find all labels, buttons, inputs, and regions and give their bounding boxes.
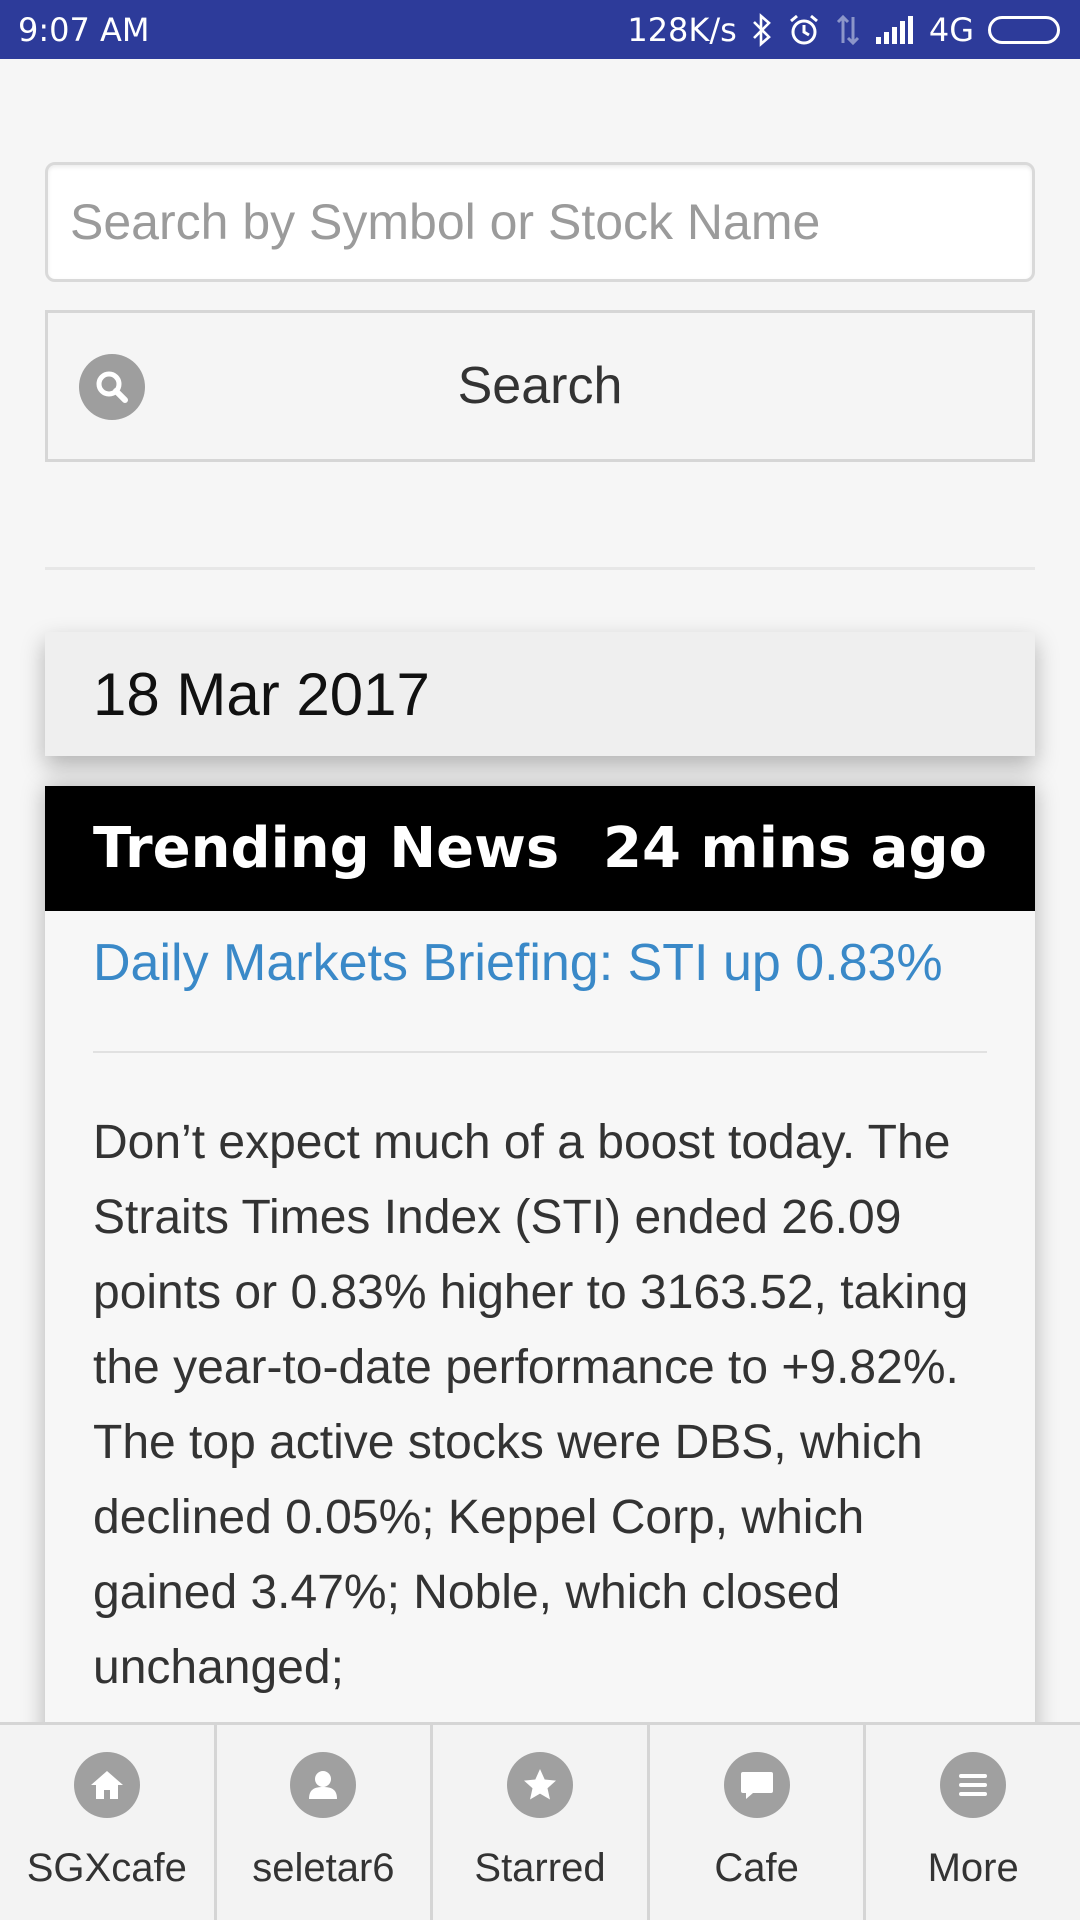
news-body: Don’t expect much of a boost today. The … [93, 1116, 969, 1694]
date-label: 18 Mar 2017 [93, 660, 430, 728]
nav-label: Cafe [714, 1846, 799, 1890]
news-headline-link[interactable]: Daily Markets Briefing: STI up 0.83% [93, 933, 987, 993]
nav-item-more[interactable]: More [863, 1725, 1080, 1920]
search-input[interactable] [45, 162, 1035, 282]
news-time-ago: 24 mins ago [602, 816, 987, 881]
status-indicators: 128K/s 4G [627, 11, 1060, 49]
nav-item-cafe[interactable]: Cafe [646, 1725, 864, 1920]
network-type: 4G [928, 10, 974, 49]
status-time: 9:07 AM [18, 10, 150, 49]
section-title: Trending News [93, 816, 560, 881]
menu-icon [940, 1752, 1007, 1818]
chat-bubble-icon [723, 1752, 790, 1818]
news-card-header: Trending News 24 mins ago [45, 786, 1035, 911]
nav-item-starred[interactable]: Starred [430, 1725, 647, 1920]
status-bar: 9:07 AM 128K/s 4G [0, 0, 1080, 59]
battery-icon [988, 15, 1060, 44]
nav-label: SGXcafe [26, 1846, 187, 1890]
card-divider [93, 1051, 987, 1053]
nav-item-sgxcafe[interactable]: SGXcafe [0, 1725, 214, 1920]
nav-label: seletar6 [252, 1846, 395, 1890]
alarm-icon [787, 13, 821, 47]
bluetooth-icon [751, 12, 773, 47]
user-icon [290, 1752, 357, 1818]
search-button[interactable]: Search [45, 310, 1035, 462]
net-speed: 128K/s [627, 10, 737, 49]
bottom-nav: SGXcafe seletar6 Starred Cafe More [0, 1722, 1080, 1920]
search-button-label: Search [457, 357, 623, 415]
search-icon [79, 354, 145, 420]
signal-icon [875, 15, 915, 45]
star-icon [506, 1752, 573, 1818]
divider [45, 567, 1035, 570]
nav-label: More [927, 1846, 1019, 1890]
home-icon [73, 1752, 140, 1818]
nav-item-seletar6[interactable]: seletar6 [213, 1725, 431, 1920]
data-arrows-icon [835, 13, 861, 47]
nav-label: Starred [474, 1846, 606, 1890]
date-panel: 18 Mar 2017 [45, 632, 1035, 756]
